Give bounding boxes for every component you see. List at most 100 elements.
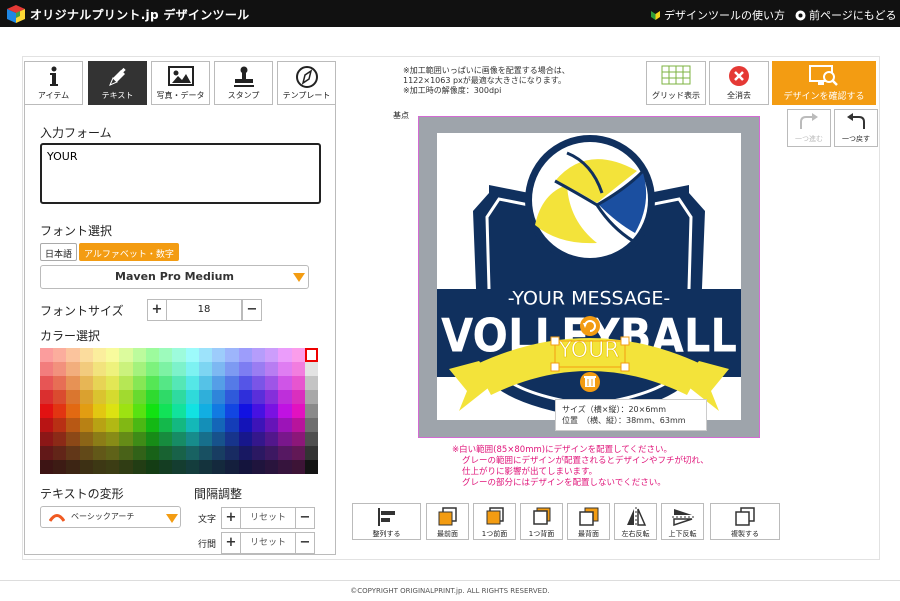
color-swatch[interactable] — [185, 390, 199, 404]
font-size-value[interactable]: 18 — [166, 299, 242, 321]
color-swatch[interactable] — [251, 362, 266, 376]
color-swatch[interactable] — [92, 432, 107, 446]
color-swatch[interactable] — [238, 404, 252, 418]
color-swatch[interactable] — [119, 446, 133, 460]
color-swatch[interactable] — [119, 404, 133, 418]
color-swatch[interactable] — [291, 418, 305, 432]
color-swatch[interactable] — [278, 404, 292, 418]
color-swatch[interactable] — [265, 418, 279, 432]
color-swatch[interactable] — [106, 418, 120, 432]
color-swatch[interactable] — [145, 460, 160, 474]
color-swatch[interactable] — [145, 446, 160, 460]
color-swatch[interactable] — [159, 460, 173, 474]
color-swatch[interactable] — [106, 390, 120, 404]
lang-japanese-chip[interactable]: 日本語 — [40, 243, 78, 261]
color-swatch[interactable] — [132, 404, 146, 418]
color-swatch[interactable] — [212, 348, 226, 362]
color-swatch[interactable] — [185, 418, 199, 432]
color-swatch[interactable] — [278, 348, 292, 362]
color-swatch[interactable] — [119, 432, 133, 446]
color-swatch[interactable] — [212, 446, 226, 460]
color-swatch[interactable] — [172, 432, 186, 446]
color-swatch[interactable] — [53, 390, 67, 404]
color-swatch[interactable] — [53, 418, 67, 432]
color-swatch[interactable] — [225, 376, 239, 390]
line-spacing-reset[interactable]: リセット — [240, 532, 296, 554]
font-select[interactable]: Maven Pro Medium — [40, 265, 309, 289]
color-swatch[interactable] — [172, 348, 186, 362]
color-swatch[interactable] — [66, 460, 80, 474]
color-swatch[interactable] — [106, 404, 120, 418]
color-swatch[interactable] — [66, 390, 80, 404]
color-swatch[interactable] — [119, 418, 133, 432]
color-swatch[interactable] — [265, 376, 279, 390]
color-swatch[interactable] — [159, 404, 173, 418]
color-swatch[interactable] — [265, 446, 279, 460]
back-link[interactable]: 前ページにもどる — [795, 7, 897, 23]
color-swatch[interactable] — [40, 376, 54, 390]
char-spacing-reset[interactable]: リセット — [240, 507, 296, 529]
color-swatch[interactable] — [172, 404, 186, 418]
color-swatch[interactable] — [291, 390, 305, 404]
color-swatch[interactable] — [132, 362, 146, 376]
color-swatch[interactable] — [159, 362, 173, 376]
color-swatch[interactable] — [304, 446, 318, 460]
color-swatch[interactable] — [225, 362, 239, 376]
color-swatch[interactable] — [198, 348, 213, 362]
color-swatch[interactable] — [106, 362, 120, 376]
color-swatch[interactable] — [198, 376, 213, 390]
tab-photo[interactable]: 写真・データ — [151, 61, 210, 105]
color-swatch[interactable] — [40, 460, 54, 474]
color-swatch[interactable] — [132, 390, 146, 404]
color-swatch[interactable] — [132, 432, 146, 446]
tab-text[interactable]: テキスト — [88, 61, 147, 105]
color-swatch[interactable] — [304, 460, 318, 474]
color-swatch[interactable] — [198, 362, 213, 376]
color-swatch[interactable] — [265, 460, 279, 474]
color-swatch[interactable] — [53, 446, 67, 460]
color-swatch[interactable] — [212, 404, 226, 418]
color-swatch[interactable] — [132, 418, 146, 432]
color-swatch[interactable] — [212, 376, 226, 390]
bring-to-front-button[interactable]: 最前面 — [426, 503, 469, 540]
color-swatch[interactable] — [265, 390, 279, 404]
color-swatch[interactable] — [304, 348, 318, 362]
color-swatch[interactable] — [53, 362, 67, 376]
color-swatch[interactable] — [66, 432, 80, 446]
color-swatch[interactable] — [79, 390, 93, 404]
color-swatch[interactable] — [212, 432, 226, 446]
color-swatch[interactable] — [172, 460, 186, 474]
color-swatch[interactable] — [66, 404, 80, 418]
color-swatch[interactable] — [238, 418, 252, 432]
volleyball-design[interactable]: -YOUR MESSAGE- VOLLEYBALL YOUR — [437, 133, 741, 420]
color-swatch[interactable] — [132, 348, 146, 362]
color-swatch[interactable] — [251, 446, 266, 460]
color-swatch[interactable] — [92, 390, 107, 404]
color-swatch[interactable] — [278, 390, 292, 404]
color-swatch[interactable] — [172, 362, 186, 376]
char-spacing-decrease-button[interactable]: − — [295, 507, 315, 529]
color-swatch[interactable] — [92, 404, 107, 418]
color-swatch[interactable] — [278, 376, 292, 390]
color-swatch[interactable] — [132, 376, 146, 390]
color-swatch[interactable] — [92, 418, 107, 432]
color-swatch[interactable] — [185, 362, 199, 376]
color-swatch[interactable] — [225, 432, 239, 446]
color-swatch[interactable] — [185, 376, 199, 390]
color-swatch[interactable] — [132, 446, 146, 460]
color-swatch[interactable] — [40, 362, 54, 376]
color-swatch[interactable] — [106, 348, 120, 362]
color-swatch[interactable] — [53, 376, 67, 390]
color-swatch[interactable] — [66, 376, 80, 390]
color-swatch[interactable] — [106, 376, 120, 390]
color-swatch[interactable] — [132, 460, 146, 474]
color-swatch[interactable] — [79, 432, 93, 446]
color-swatch[interactable] — [145, 348, 160, 362]
color-swatch[interactable] — [106, 432, 120, 446]
color-swatch[interactable] — [66, 446, 80, 460]
color-swatch[interactable] — [159, 390, 173, 404]
color-swatch[interactable] — [119, 362, 133, 376]
color-swatch[interactable] — [265, 404, 279, 418]
tab-item[interactable]: アイテム — [24, 61, 83, 105]
color-swatch[interactable] — [159, 446, 173, 460]
